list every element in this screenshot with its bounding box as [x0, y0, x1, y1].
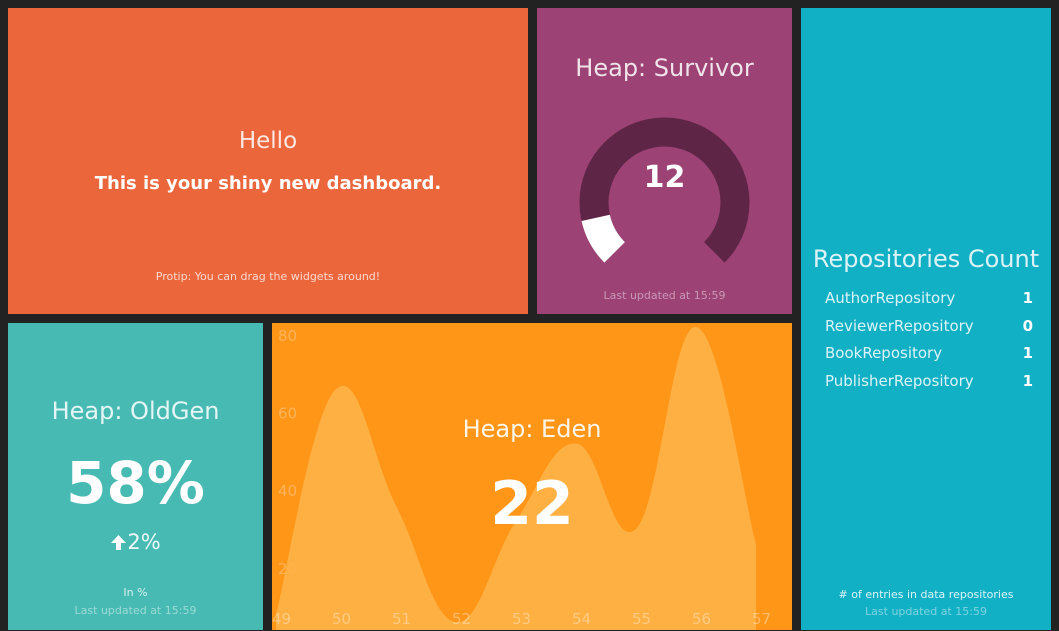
survivor-value: 12	[643, 160, 686, 195]
repository-count: 1	[1022, 289, 1033, 307]
oldgen-change-value: 2%	[127, 530, 161, 554]
repository-count: 1	[1022, 371, 1033, 390]
list-item: BookRepository 1	[825, 343, 1033, 371]
repository-count: 0	[1022, 316, 1033, 335]
survivor-updated-at: Last updated at 15:59	[603, 289, 726, 302]
repository-name: AuthorRepository	[825, 289, 956, 307]
oldgen-moreinfo: In %	[123, 586, 148, 599]
oldgen-title: Heap: OldGen	[51, 397, 220, 425]
x-tick-label: 57	[752, 610, 771, 628]
repositories-moreinfo: # of entries in data repositories	[838, 588, 1014, 601]
x-tick-label: 49	[272, 610, 291, 628]
heap-survivor-widget[interactable]: Heap: Survivor 12 Last updated at 15:59	[537, 8, 792, 314]
welcome-title: Hello	[238, 128, 298, 154]
x-tick-label: 51	[392, 610, 411, 628]
oldgen-change: 2%	[8, 530, 263, 554]
eden-value: 22	[490, 469, 574, 539]
eden-title: Heap: Eden	[462, 415, 602, 443]
repository-name: BookRepository	[825, 344, 943, 362]
welcome-widget[interactable]: Hello This is your shiny new dashboard. …	[8, 8, 528, 314]
welcome-text: This is your shiny new dashboard.	[94, 173, 442, 194]
repositories-updated-at: Last updated at 15:59	[865, 605, 987, 618]
welcome-protip: Protip: You can drag the widgets around!	[155, 270, 381, 283]
heap-oldgen-widget[interactable]: Heap: OldGen 58% 2% In % Last updated at…	[8, 323, 263, 630]
x-tick-label: 52	[452, 610, 471, 628]
heap-eden-widget[interactable]: 20406080 495051525354555657 Heap: Eden 2…	[272, 323, 792, 630]
x-tick-label: 50	[332, 610, 351, 628]
repository-name: ReviewerRepository	[825, 316, 974, 335]
survivor-gauge	[579, 117, 750, 263]
repository-count: 1	[1022, 344, 1033, 362]
repository-name: PublisherRepository	[825, 371, 974, 390]
list-item: AuthorRepository 1	[825, 288, 1033, 316]
y-tick-label: 80	[278, 327, 297, 345]
survivor-title: Heap: Survivor	[575, 54, 754, 82]
x-tick-label: 53	[512, 610, 531, 628]
x-tick-label: 54	[572, 610, 591, 628]
x-tick-label: 56	[692, 610, 711, 628]
oldgen-value: 58%	[66, 449, 205, 517]
repositories-count-widget[interactable]: Repositories Count AuthorRepository 1 Re…	[801, 8, 1051, 630]
repositories-list: AuthorRepository 1 ReviewerRepository 0 …	[825, 288, 1033, 398]
x-tick-label: 55	[632, 610, 651, 628]
arrow-up-icon	[111, 535, 127, 550]
oldgen-updated-at: Last updated at 15:59	[74, 604, 197, 617]
list-item: ReviewerRepository 0	[825, 316, 1033, 344]
repositories-title: Repositories Count	[812, 245, 1040, 273]
gauge-fill	[581, 214, 625, 263]
list-item: PublisherRepository 1	[825, 371, 1033, 399]
